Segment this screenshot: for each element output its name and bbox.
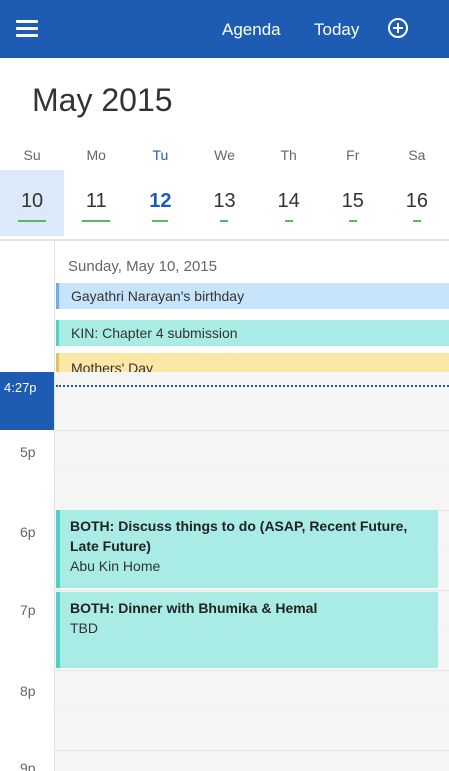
day-cell-13[interactable]: 13	[192, 170, 256, 236]
event-indicator	[152, 220, 169, 222]
day-number: 15	[341, 190, 364, 212]
event-indicator	[348, 220, 357, 222]
hour-line	[55, 590, 449, 591]
day-number: 13	[213, 190, 236, 212]
event-title: BOTH: Dinner with Bhumika & Hemal	[70, 600, 318, 616]
day-cell-10[interactable]: 10	[0, 170, 65, 236]
day-number: 10	[20, 190, 44, 212]
day-cell-16[interactable]: 16	[385, 170, 449, 236]
hour-label: 5p	[20, 444, 36, 460]
weekday-label: Su	[23, 147, 41, 163]
day-number: 14	[277, 190, 300, 212]
weekday-label: Sa	[408, 147, 426, 163]
event-indicator	[412, 220, 421, 222]
today-button[interactable]: Today	[314, 20, 359, 40]
half-hour-line	[55, 710, 449, 711]
calendar-event[interactable]: BOTH: Dinner with Bhumika & Hemal TBD	[56, 592, 438, 668]
event-title: BOTH: Discuss things to do (ASAP, Recent…	[70, 518, 408, 554]
hour-line	[55, 670, 449, 671]
half-hour-line	[55, 470, 449, 471]
weekday-label: We	[214, 147, 235, 163]
current-time-label: 4:27p	[4, 380, 37, 395]
hour-label: 8p	[20, 683, 36, 699]
event-location: Abu Kin Home	[70, 558, 161, 574]
agenda-button[interactable]: Agenda	[222, 20, 281, 40]
day-cell-14[interactable]: 14	[257, 170, 321, 236]
day-cell-15[interactable]: 15	[321, 170, 385, 236]
weekday-label: Fr	[346, 147, 360, 163]
month-title: May 2015	[32, 82, 173, 118]
hour-label: 7p	[20, 602, 36, 618]
weekday-label: Tu	[152, 147, 169, 163]
divider	[0, 239, 449, 241]
day-number: 11	[85, 190, 107, 212]
hamburger-icon[interactable]	[16, 20, 38, 38]
event-indicator	[18, 220, 47, 222]
hour-line	[55, 750, 449, 751]
weekday-label: Th	[280, 147, 297, 163]
hour-label: 9p	[20, 760, 36, 771]
add-circle-icon[interactable]	[388, 18, 408, 38]
event-indicator	[82, 220, 111, 222]
all-day-event[interactable]: KIN: Chapter 4 submission	[56, 320, 449, 346]
app-bar: Agenda Today	[0, 0, 449, 58]
weekday-label: Mo	[86, 147, 106, 163]
day-number: 12	[149, 190, 172, 212]
weekday-header: Su Mo Tu We Th Fr Sa	[0, 147, 449, 167]
calendar-event[interactable]: BOTH: Discuss things to do (ASAP, Recent…	[56, 510, 438, 588]
hour-label: 6p	[20, 524, 36, 540]
week-strip: 10 11 12 13 14 15 16	[0, 170, 449, 236]
day-cell-12[interactable]: 12	[128, 170, 192, 236]
all-day-event[interactable]: Mothers' Day	[56, 353, 449, 373]
selected-date-label: Sunday, May 10, 2015	[68, 258, 217, 275]
current-time-line	[56, 385, 449, 387]
all-day-event[interactable]: Gayathri Narayan's birthday	[56, 283, 449, 309]
event-indicator	[284, 220, 293, 222]
event-indicator	[220, 220, 229, 222]
day-cell-11[interactable]: 11	[64, 170, 128, 236]
event-location: TBD	[70, 620, 98, 636]
day-number: 16	[405, 190, 429, 212]
hour-line	[55, 430, 449, 431]
